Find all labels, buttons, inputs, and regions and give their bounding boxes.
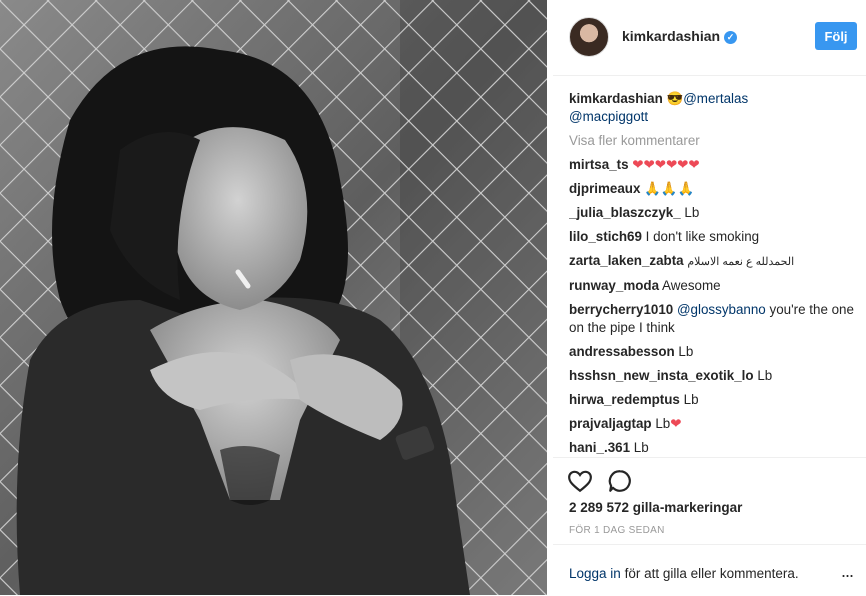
comment-row: zarta_laken_zabta الحمدلله ع نعمه الاسلا… [569, 252, 859, 271]
comment-username[interactable]: runway_moda [569, 278, 659, 293]
caption-emoji: 😎 [666, 91, 684, 106]
comment-text: Lb [684, 205, 700, 220]
comment-username[interactable]: hsshsn_new_insta_exotik_lo [569, 368, 754, 383]
login-footer: Logga in för att gilla eller kommentera.… [553, 544, 866, 596]
comment-row: hani_.361 Lb [569, 439, 859, 456]
comment-row: _julia_blaszczyk_ Lb [569, 204, 859, 222]
comment-text: 🙏🙏🙏 [644, 181, 695, 196]
comment-username[interactable]: andressabesson [569, 344, 675, 359]
timestamp[interactable]: FÖR 1 DAG SEDAN [569, 525, 665, 536]
header-username-text[interactable]: kimkardashian [622, 28, 720, 44]
comment-text: Awesome [662, 278, 721, 293]
comment-username[interactable]: zarta_laken_zabta [569, 253, 684, 268]
comment-text: Lb [757, 368, 773, 383]
comment-username[interactable]: prajvaljagtap [569, 416, 652, 431]
speech-bubble-icon[interactable] [607, 468, 633, 494]
mention-link[interactable]: @macpiggott [569, 109, 648, 124]
more-options-button[interactable]: ... [841, 561, 854, 582]
comment-username[interactable]: _julia_blaszczyk_ [569, 205, 681, 220]
mention-link[interactable]: @glossybanno [677, 302, 766, 317]
caption: kimkardashian 😎@mertalas @macpiggott [569, 90, 859, 126]
comment-row: hsshsn_new_insta_exotik_lo Lb [569, 367, 859, 385]
header-username[interactable]: kimkardashian ✓ [622, 28, 738, 44]
login-prompt-text: för att gilla eller kommentera. [620, 566, 799, 581]
comment-username[interactable]: hani_.361 [569, 440, 630, 455]
post-panel: kimkardashian ✓ Följ kimkardashian 😎@mert… [553, 0, 866, 595]
caption-username[interactable]: kimkardashian [569, 91, 663, 106]
comment-row: mirtsa_ts ❤❤❤❤❤❤ [569, 156, 859, 174]
comment-text: Lb [678, 344, 694, 359]
verified-badge-icon: ✓ [724, 31, 738, 44]
comments-list[interactable]: kimkardashian 😎@mertalas @macpiggott Vis… [569, 90, 859, 456]
comment-username[interactable]: mirtsa_ts [569, 157, 629, 172]
comment-row: berrycherry1010 @glossybanno you're the … [569, 301, 859, 337]
comment-text: الحمدلله ع نعمه الاسلام [687, 256, 795, 268]
comment-text: Lb [655, 416, 671, 431]
avatar[interactable] [569, 17, 609, 57]
comment-row: hirwa_redemptus Lb [569, 391, 859, 409]
action-bar [553, 457, 866, 493]
photo-image [0, 0, 547, 595]
heart-emoji: ❤ [670, 416, 682, 431]
comment-row: lilo_stich69 I don't like smoking [569, 228, 859, 246]
comment-row: prajvaljagtap Lb❤ [569, 415, 859, 433]
comment-text: Lb [683, 392, 699, 407]
comment-row: andressabesson Lb [569, 343, 859, 361]
likes-count[interactable]: 2 289 572 gilla-markeringar [569, 500, 742, 515]
comment-text: Lb [633, 440, 649, 455]
comment-text: ❤❤❤❤❤❤ [632, 157, 700, 172]
login-prompt: Logga in för att gilla eller kommentera. [569, 566, 799, 581]
comment-row: djprimeaux 🙏🙏🙏 [569, 180, 859, 198]
post-header: kimkardashian ✓ Följ [553, 0, 866, 76]
post-photo[interactable] [0, 0, 547, 595]
comment-username[interactable]: hirwa_redemptus [569, 392, 680, 407]
mention-link[interactable]: @mertalas [683, 91, 748, 106]
comment-username[interactable]: djprimeaux [569, 181, 640, 196]
comment-username[interactable]: berrycherry1010 [569, 302, 673, 317]
comment-row: runway_moda Awesome [569, 277, 859, 295]
heart-outline-icon[interactable] [567, 468, 593, 494]
follow-button[interactable]: Följ [815, 22, 857, 50]
more-comments-link[interactable]: Visa fler kommentarer [569, 132, 859, 150]
login-link[interactable]: Logga in [569, 566, 621, 581]
comment-username[interactable]: lilo_stich69 [569, 229, 642, 244]
comment-text: I don't like smoking [645, 229, 760, 244]
